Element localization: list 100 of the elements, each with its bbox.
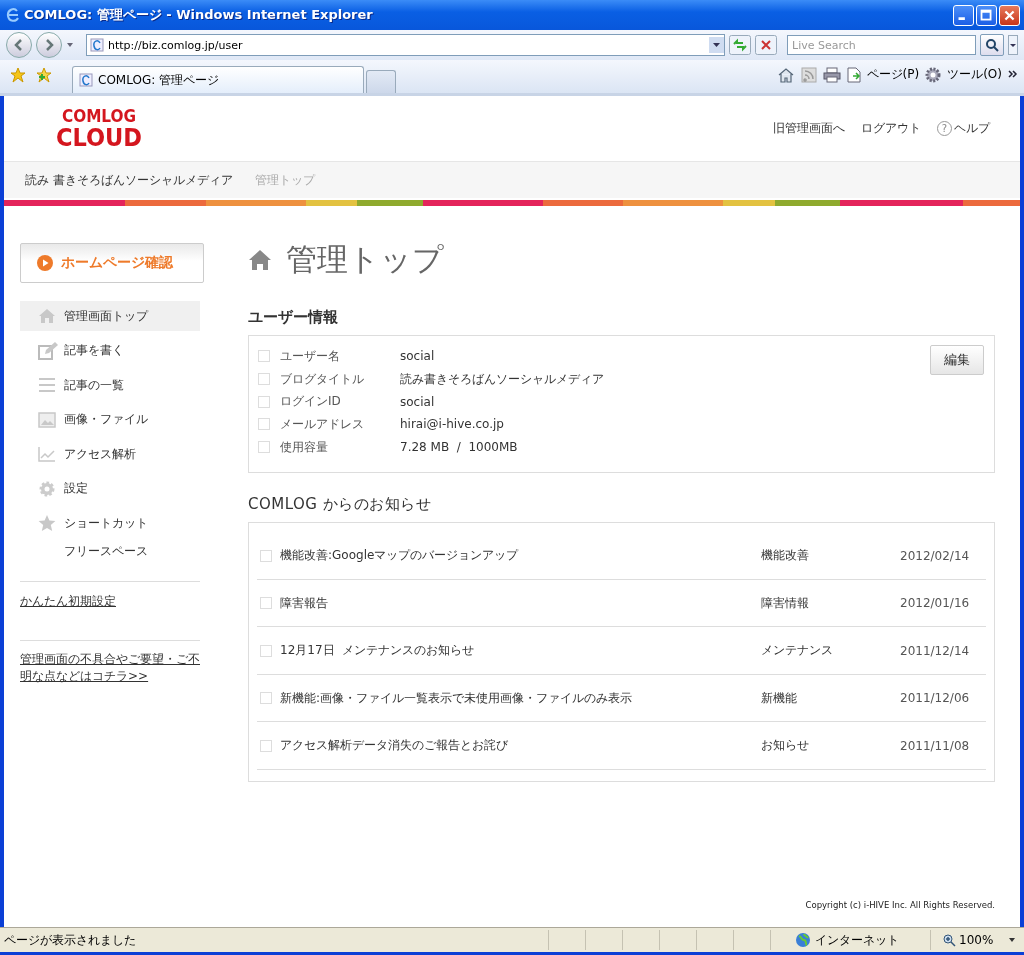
sidebar-item[interactable]: 管理画面トップ — [20, 301, 200, 331]
sidebar-item[interactable]: 設定 — [20, 473, 200, 504]
browser-logo-icon — [6, 8, 20, 22]
news-title[interactable]: 機能改善:Googleマップのバージョンアップ — [280, 547, 753, 565]
help-link[interactable]: ヘルプ — [954, 120, 990, 137]
field-label: ユーザー名 — [280, 347, 341, 365]
news-date: 2012/01/16 — [900, 596, 971, 611]
image-icon — [38, 411, 56, 428]
list-icon — [38, 377, 56, 393]
sidebar-item[interactable]: 記事の一覧 — [20, 370, 200, 400]
gear-icon[interactable] — [925, 66, 942, 83]
news-category: 機能改善 — [761, 547, 810, 565]
home-icon — [38, 307, 56, 325]
news-title[interactable]: アクセス解析データ消失のご報告とお詫び — [280, 737, 753, 755]
browser-tab[interactable]: COMLOG: 管理ページ — [72, 66, 364, 93]
dropdown-icon[interactable] — [66, 41, 74, 49]
page-icon — [79, 73, 93, 87]
page-icon — [90, 38, 104, 52]
maximize-icon[interactable] — [976, 4, 997, 26]
pencil-icon — [38, 340, 60, 361]
news-title[interactable]: 障害報告 — [280, 594, 753, 612]
forward-icon[interactable] — [36, 32, 62, 58]
field-label: 使用容量 — [280, 438, 329, 456]
logo-text: COMLOG — [61, 107, 137, 125]
field-value: 7.28 MB / 1000MB — [400, 440, 518, 455]
feed-icon[interactable] — [800, 66, 817, 83]
sidebar-item[interactable]: アクセス解析 — [20, 439, 200, 469]
field-value: social — [400, 394, 435, 409]
search-icon[interactable] — [980, 34, 1004, 56]
home-icon — [248, 249, 272, 271]
news-date: 2011/12/06 — [900, 691, 971, 706]
checkbox[interactable] — [258, 395, 270, 408]
section-heading: COMLOG からのお知らせ — [248, 495, 433, 515]
setup-link[interactable]: かんたん初期設定 — [20, 593, 200, 610]
sidebar-item[interactable]: 記事を書く — [20, 335, 200, 366]
checkbox[interactable] — [260, 692, 272, 705]
refresh-icon[interactable] — [729, 35, 751, 55]
minimize-icon[interactable] — [953, 4, 974, 26]
checkbox[interactable] — [258, 441, 270, 454]
globe-icon — [795, 932, 811, 948]
logo-text: CLOUD — [56, 124, 142, 150]
news-category: 新機能 — [761, 689, 798, 707]
back-icon[interactable] — [6, 32, 32, 58]
star-icon[interactable] — [10, 66, 26, 83]
checkbox[interactable] — [258, 418, 270, 431]
header-link[interactable]: 旧管理画面へ — [773, 120, 845, 137]
field-value: social — [400, 349, 435, 364]
window-title: COMLOG: 管理ページ - Windows Internet Explorer — [24, 6, 374, 24]
zone-text: インターネット — [815, 931, 899, 949]
tools-menu[interactable]: ツール(O) — [947, 66, 1002, 83]
sidebar-item[interactable]: フリースペース — [20, 536, 200, 567]
field-label: メールアドレス — [280, 415, 365, 433]
sidebar-item[interactable]: 画像・ファイル — [20, 404, 200, 435]
home-icon[interactable] — [776, 66, 795, 83]
dropdown-icon[interactable] — [1008, 936, 1017, 944]
play-icon — [37, 255, 53, 271]
field-value: 読み書きそろばんソーシャルメディア — [400, 370, 604, 388]
chart-icon — [38, 446, 56, 462]
dropdown-icon[interactable] — [709, 37, 724, 53]
page-icon[interactable] — [846, 66, 861, 83]
chevron-icon[interactable] — [1008, 69, 1018, 80]
field-value: hirai@i-hive.co.jp — [400, 417, 504, 432]
checkbox[interactable] — [258, 373, 270, 386]
copyright-text: Copyright (c) i-HIVE Inc. All Rights Reserved. — [804, 900, 995, 910]
news-title[interactable]: 12月17日 メンテナンスのお知らせ — [280, 642, 753, 660]
sidebar-item[interactable]: ショートカット — [20, 508, 200, 538]
page-menu[interactable]: ページ(P) — [866, 66, 920, 83]
news-date: 2011/11/08 — [900, 738, 971, 753]
page-title: 管理トップ — [286, 240, 444, 279]
status-text: ページが表示されました — [4, 931, 137, 949]
address-field[interactable]: http://biz.comlog.jp/user — [86, 34, 725, 56]
zoom-level[interactable]: 100% — [959, 933, 994, 947]
news-category: 障害情報 — [761, 594, 810, 612]
checkbox[interactable] — [258, 350, 270, 363]
zoom-icon[interactable] — [943, 933, 956, 947]
dropdown-icon[interactable] — [1008, 35, 1018, 55]
settings-icon — [38, 479, 56, 498]
header-link[interactable]: ログアウト — [861, 120, 921, 137]
checkbox[interactable] — [260, 739, 272, 752]
support-link[interactable]: 管理画面の不具合やご要望・ご不明な点などはコチラ>> — [20, 651, 200, 685]
close-icon[interactable] — [999, 4, 1020, 26]
field-label: ブログタイトル — [280, 370, 365, 388]
checkbox[interactable] — [260, 644, 272, 657]
news-date: 2011/12/14 — [900, 643, 971, 658]
star-icon — [38, 514, 56, 532]
field-label: ログインID — [280, 393, 342, 411]
breadcrumb-current: 管理トップ — [254, 171, 315, 189]
search-field[interactable]: Live Search — [787, 35, 976, 55]
stop-icon[interactable] — [755, 35, 777, 55]
news-title[interactable]: 新機能:画像・ファイル一覧表示で未使用画像・ファイルのみ表示 — [280, 689, 753, 707]
edit-button[interactable]: 編集 — [930, 345, 984, 375]
checkbox[interactable] — [260, 597, 272, 610]
checkbox[interactable] — [260, 549, 272, 562]
breadcrumb-link[interactable]: 読み 書きそろばんソーシャルメディア — [25, 171, 233, 189]
news-category: メンテナンス — [761, 642, 834, 660]
add-favorite-icon[interactable] — [36, 66, 52, 83]
news-category: お知らせ — [761, 737, 810, 755]
section-heading: ユーザー情報 — [248, 308, 339, 327]
print-icon[interactable] — [822, 66, 841, 83]
news-date: 2012/02/14 — [900, 548, 971, 563]
